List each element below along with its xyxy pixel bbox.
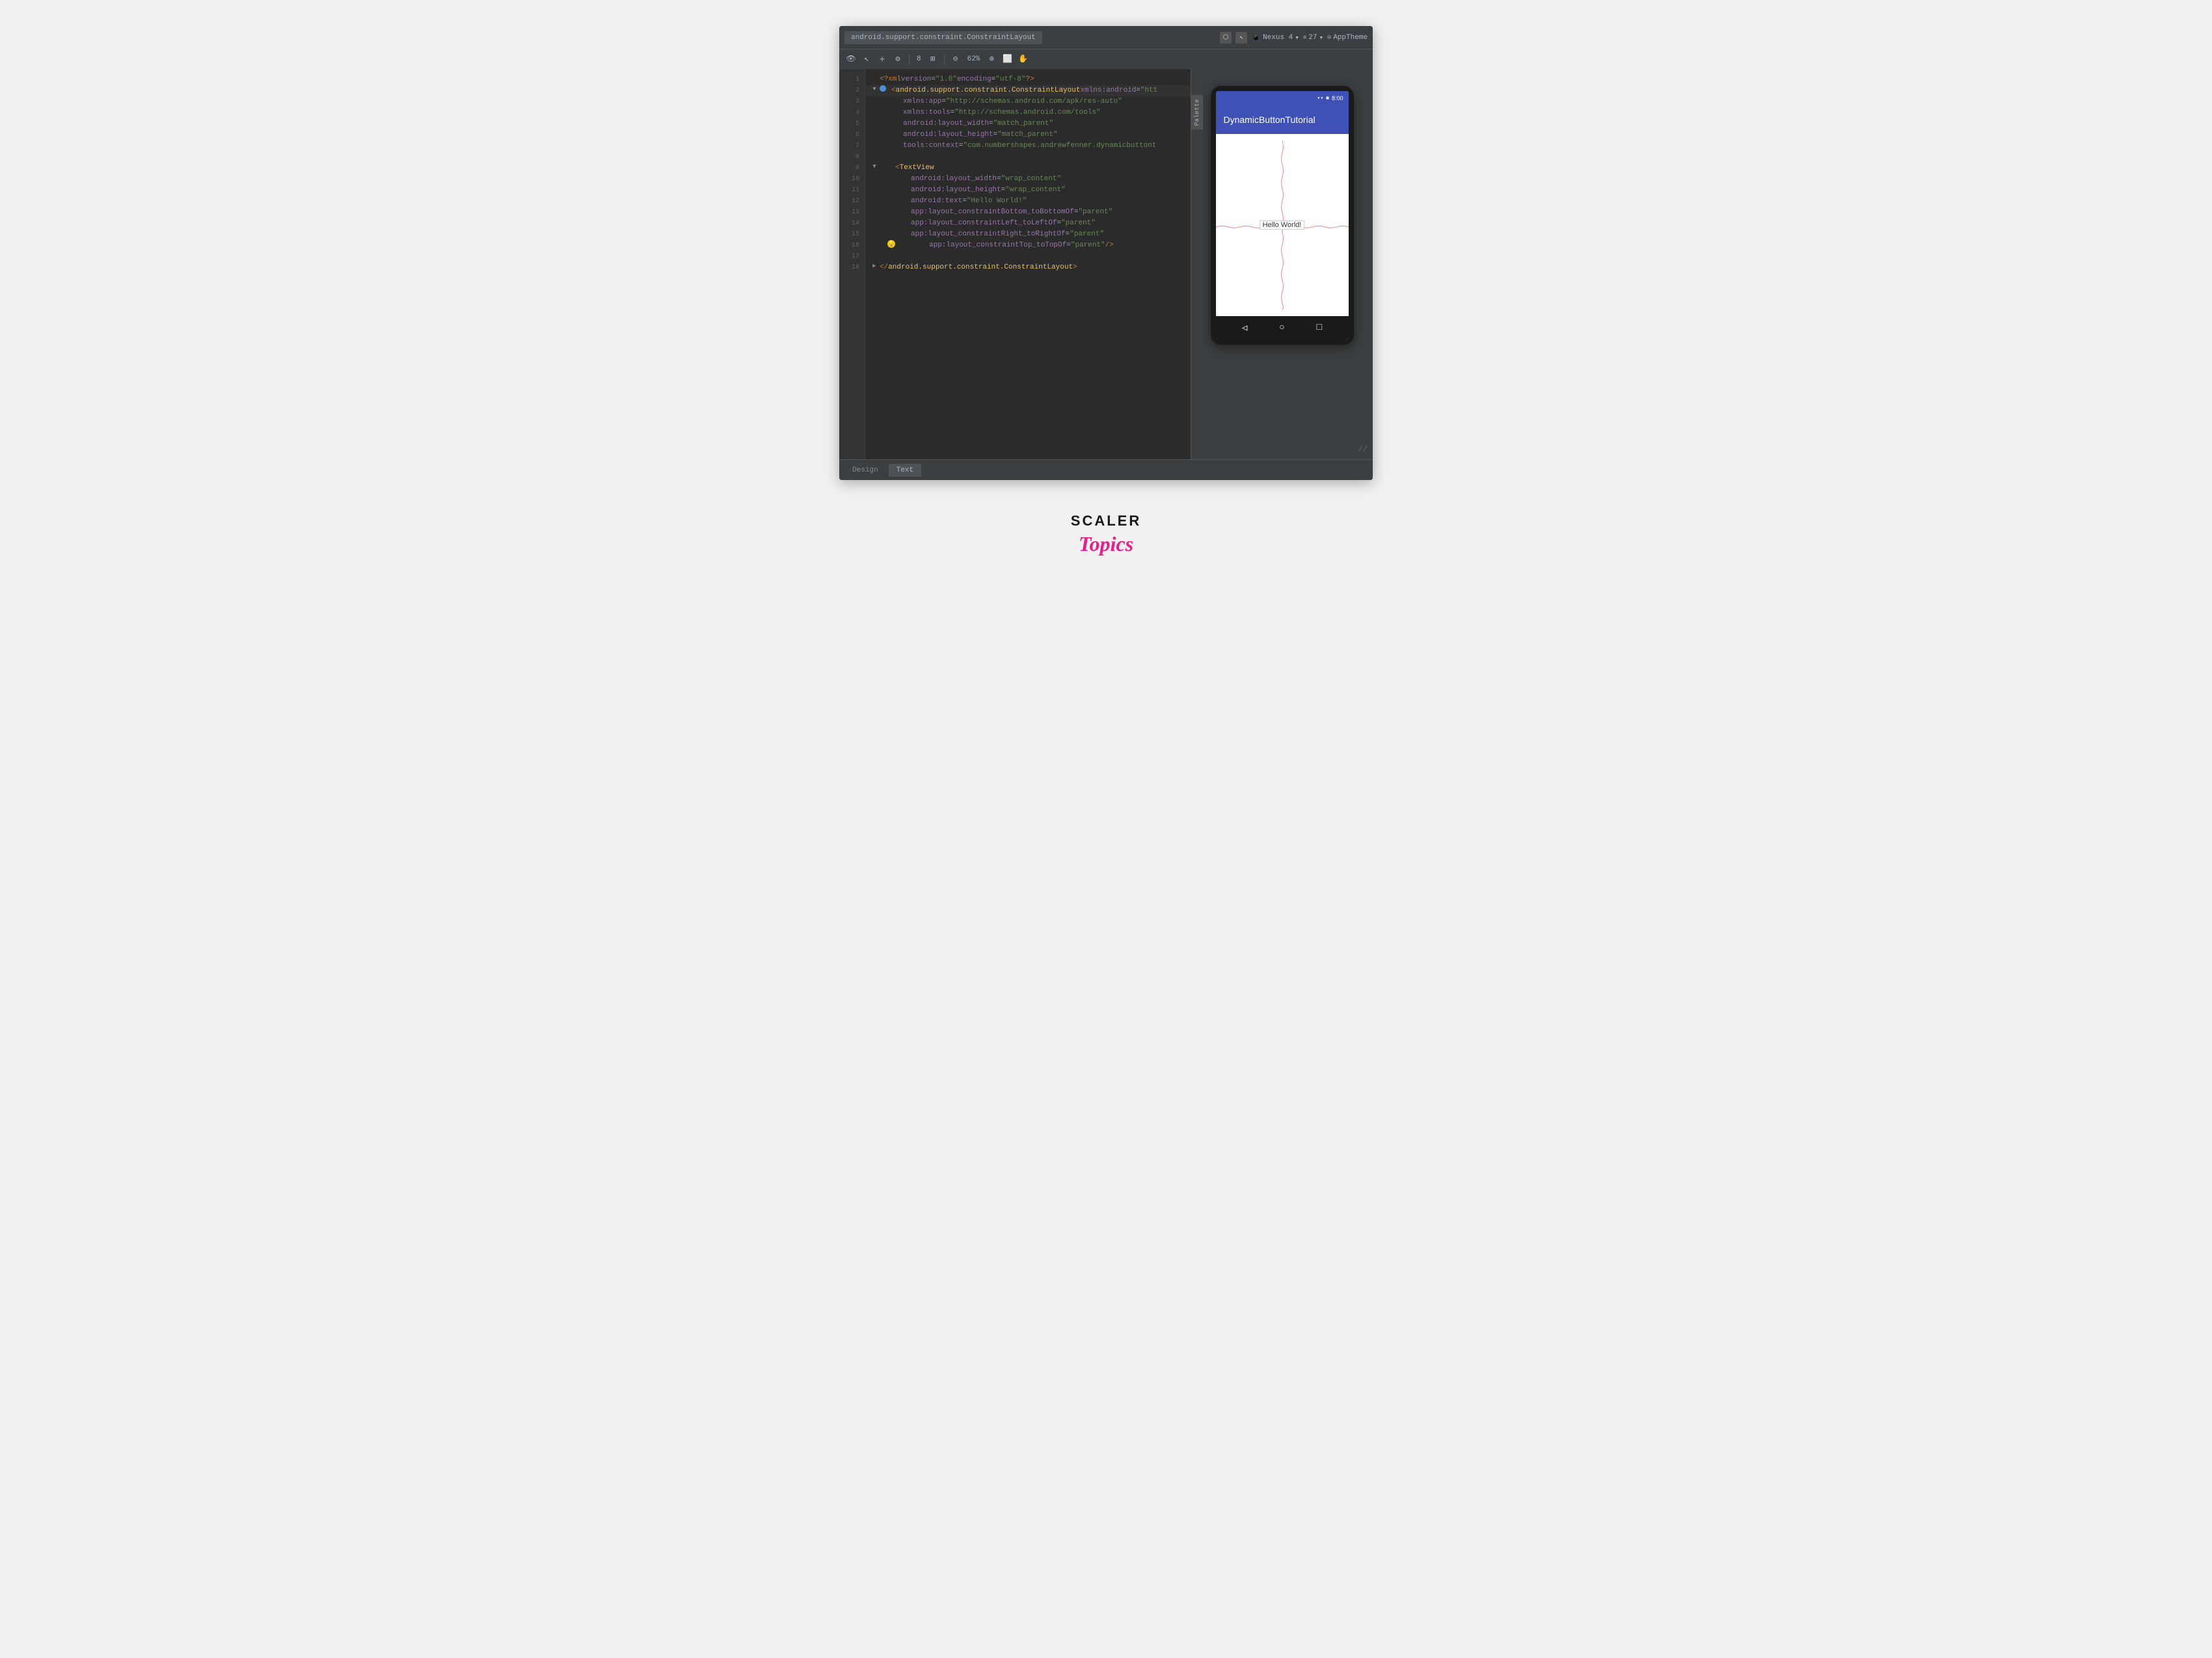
line-num-7: 7 (856, 140, 859, 152)
code-line-6: android:layout_height = "match_parent" (865, 129, 1191, 140)
scaler-title: SCALER (1071, 513, 1141, 529)
phone-screen: ▾▾ ■ 8:00 DynamicButtonTutorial (1216, 91, 1349, 340)
file-tab[interactable]: android.support.constraint.ConstraintLay… (844, 31, 1042, 44)
layout-icon[interactable]: ⊞ (926, 53, 939, 66)
line-num-5: 5 (856, 118, 859, 129)
main-content: 1 2 3 4 5 6 7 8 9 10 11 12 13 14 15 16 1… (839, 69, 1373, 459)
home-button[interactable]: ○ (1279, 323, 1284, 333)
line-num-14: 14 (852, 218, 859, 229)
zoom-out-icon[interactable]: ⊖ (949, 53, 962, 66)
phone-content: Hello World! (1216, 134, 1349, 316)
cursor2-icon[interactable]: ↖ (860, 53, 873, 66)
warning-icon: 💡 (887, 240, 895, 248)
fit-icon[interactable]: ⬜ (1001, 53, 1014, 66)
fold-arrow-9[interactable]: ▼ (870, 163, 878, 170)
wifi-icon: ▾▾ (1317, 95, 1324, 101)
line-num-17: 17 (852, 251, 859, 262)
bottom-tabs: Design Text (839, 459, 1373, 480)
tools-icon[interactable]: ⚙ (891, 53, 904, 66)
line-numbers: 1 2 3 4 5 6 7 8 9 10 11 12 13 14 15 16 1… (839, 69, 865, 459)
code-editor[interactable]: <?xml version = "1.0" encoding = "utf-8"… (865, 69, 1191, 459)
recent-button[interactable]: □ (1317, 323, 1322, 333)
device-panel: Palette ▾▾ ■ 8:00 DynamicButtonTutorial (1191, 69, 1373, 459)
line-num-1: 1 (856, 74, 859, 85)
resize-handle[interactable]: // (1358, 445, 1368, 454)
palette-tab[interactable]: Palette (1191, 95, 1203, 129)
back-button[interactable]: ◁ (1242, 323, 1247, 334)
code-line-8 (865, 152, 1191, 163)
hand-icon[interactable]: ✋ (1016, 53, 1029, 66)
code-line-7: tools:context = "com.numbershapes.andrew… (865, 140, 1191, 152)
theme-selector[interactable]: ⊙ AppTheme (1327, 34, 1368, 42)
code-line-2: ▼ < android.support.constraint.Constrain… (865, 85, 1191, 96)
code-line-4: xmlns:tools = "http://schemas.android.co… (865, 107, 1191, 118)
tab-text[interactable]: Text (889, 464, 921, 477)
code-line-13: app:layout_constraintBottom_toBottomOf =… (865, 207, 1191, 218)
api-selector[interactable]: ≡ 27 ▾ (1303, 33, 1323, 42)
line-num-11: 11 (852, 185, 859, 196)
ide-window: android.support.constraint.ConstraintLay… (839, 26, 1373, 480)
code-line-10: android:layout_width = "wrap_content" (865, 174, 1191, 185)
breakpoint-dot[interactable] (880, 85, 886, 92)
code-line-1: <?xml version = "1.0" encoding = "utf-8"… (865, 74, 1191, 85)
signal-icon: ■ (1326, 96, 1329, 101)
code-line-9: ▼ < TextView (865, 163, 1191, 174)
code-line-16: 💡 app:layout_constraintTop_toTopOf = "pa… (865, 240, 1191, 251)
cursor-icon[interactable]: ↖ (1235, 32, 1247, 44)
tab-design[interactable]: Design (844, 464, 886, 477)
code-line-17 (865, 251, 1191, 262)
line-num-13: 13 (852, 207, 859, 218)
separator (909, 54, 910, 64)
phone-frame: ▾▾ ■ 8:00 DynamicButtonTutorial (1211, 86, 1354, 345)
device-selector[interactable]: 📱 Nexus 4 ▾ (1251, 33, 1299, 42)
top-toolbar: android.support.constraint.ConstraintLay… (839, 26, 1373, 49)
eye-icon[interactable]: 👁 (844, 53, 857, 66)
code-line-15: app:layout_constraintRight_toRightOf = "… (865, 229, 1191, 240)
code-line-11: android:layout_height = "wrap_content" (865, 185, 1191, 196)
separator2 (944, 54, 945, 64)
zoom-level: 62% (965, 55, 983, 63)
fold-arrow-2[interactable]: ▼ (870, 85, 878, 93)
status-time: 8:00 (1332, 95, 1343, 101)
fold-arrow-18[interactable]: ▶ (870, 262, 878, 270)
code-line-12: android:text = "Hello World!" (865, 196, 1191, 207)
scaler-subtitle: Topics (1079, 532, 1133, 556)
line-num-3: 3 (856, 96, 859, 107)
palette-icon[interactable]: ⬡ (1220, 32, 1232, 44)
api-number: 8 (914, 55, 924, 63)
status-bar: ▾▾ ■ 8:00 (1216, 91, 1349, 105)
code-line-14: app:layout_constraintLeft_toLeftOf = "pa… (865, 218, 1191, 229)
line-num-4: 4 (856, 107, 859, 118)
zoom-in-icon[interactable]: ⊕ (985, 53, 998, 66)
line-num-6: 6 (856, 129, 859, 140)
line-num-9: 9 (856, 163, 859, 174)
line-num-15: 15 (852, 229, 859, 240)
line-num-18: 18 (852, 262, 859, 273)
hello-world-label: Hello World! (1260, 221, 1305, 230)
app-title: DynamicButtonTutorial (1224, 114, 1315, 125)
line-num-10: 10 (852, 174, 859, 185)
toolbar-right: ⬡ ↖ 📱 Nexus 4 ▾ ≡ 27 ▾ ⊙ AppTheme (1220, 32, 1368, 44)
line-num-8: 8 (856, 152, 859, 163)
move-icon[interactable]: ✛ (876, 53, 889, 66)
nav-bar: ◁ ○ □ (1216, 316, 1349, 340)
code-line-3: xmlns:app = "http://schemas.android.com/… (865, 96, 1191, 107)
line-num-12: 12 (852, 196, 859, 207)
code-line-18: ▶ </ android.support.constraint.Constrai… (865, 262, 1191, 273)
line-num-2: 2 (856, 85, 859, 96)
scaler-logo-section: SCALER Topics (1071, 513, 1141, 556)
app-title-bar: DynamicButtonTutorial (1216, 105, 1349, 134)
line-num-16: 16 (852, 240, 859, 251)
secondary-toolbar: 👁 ↖ ✛ ⚙ 8 ⊞ ⊖ 62% ⊕ ⬜ ✋ (839, 49, 1373, 69)
code-line-5: android:layout_width = "match_parent" (865, 118, 1191, 129)
